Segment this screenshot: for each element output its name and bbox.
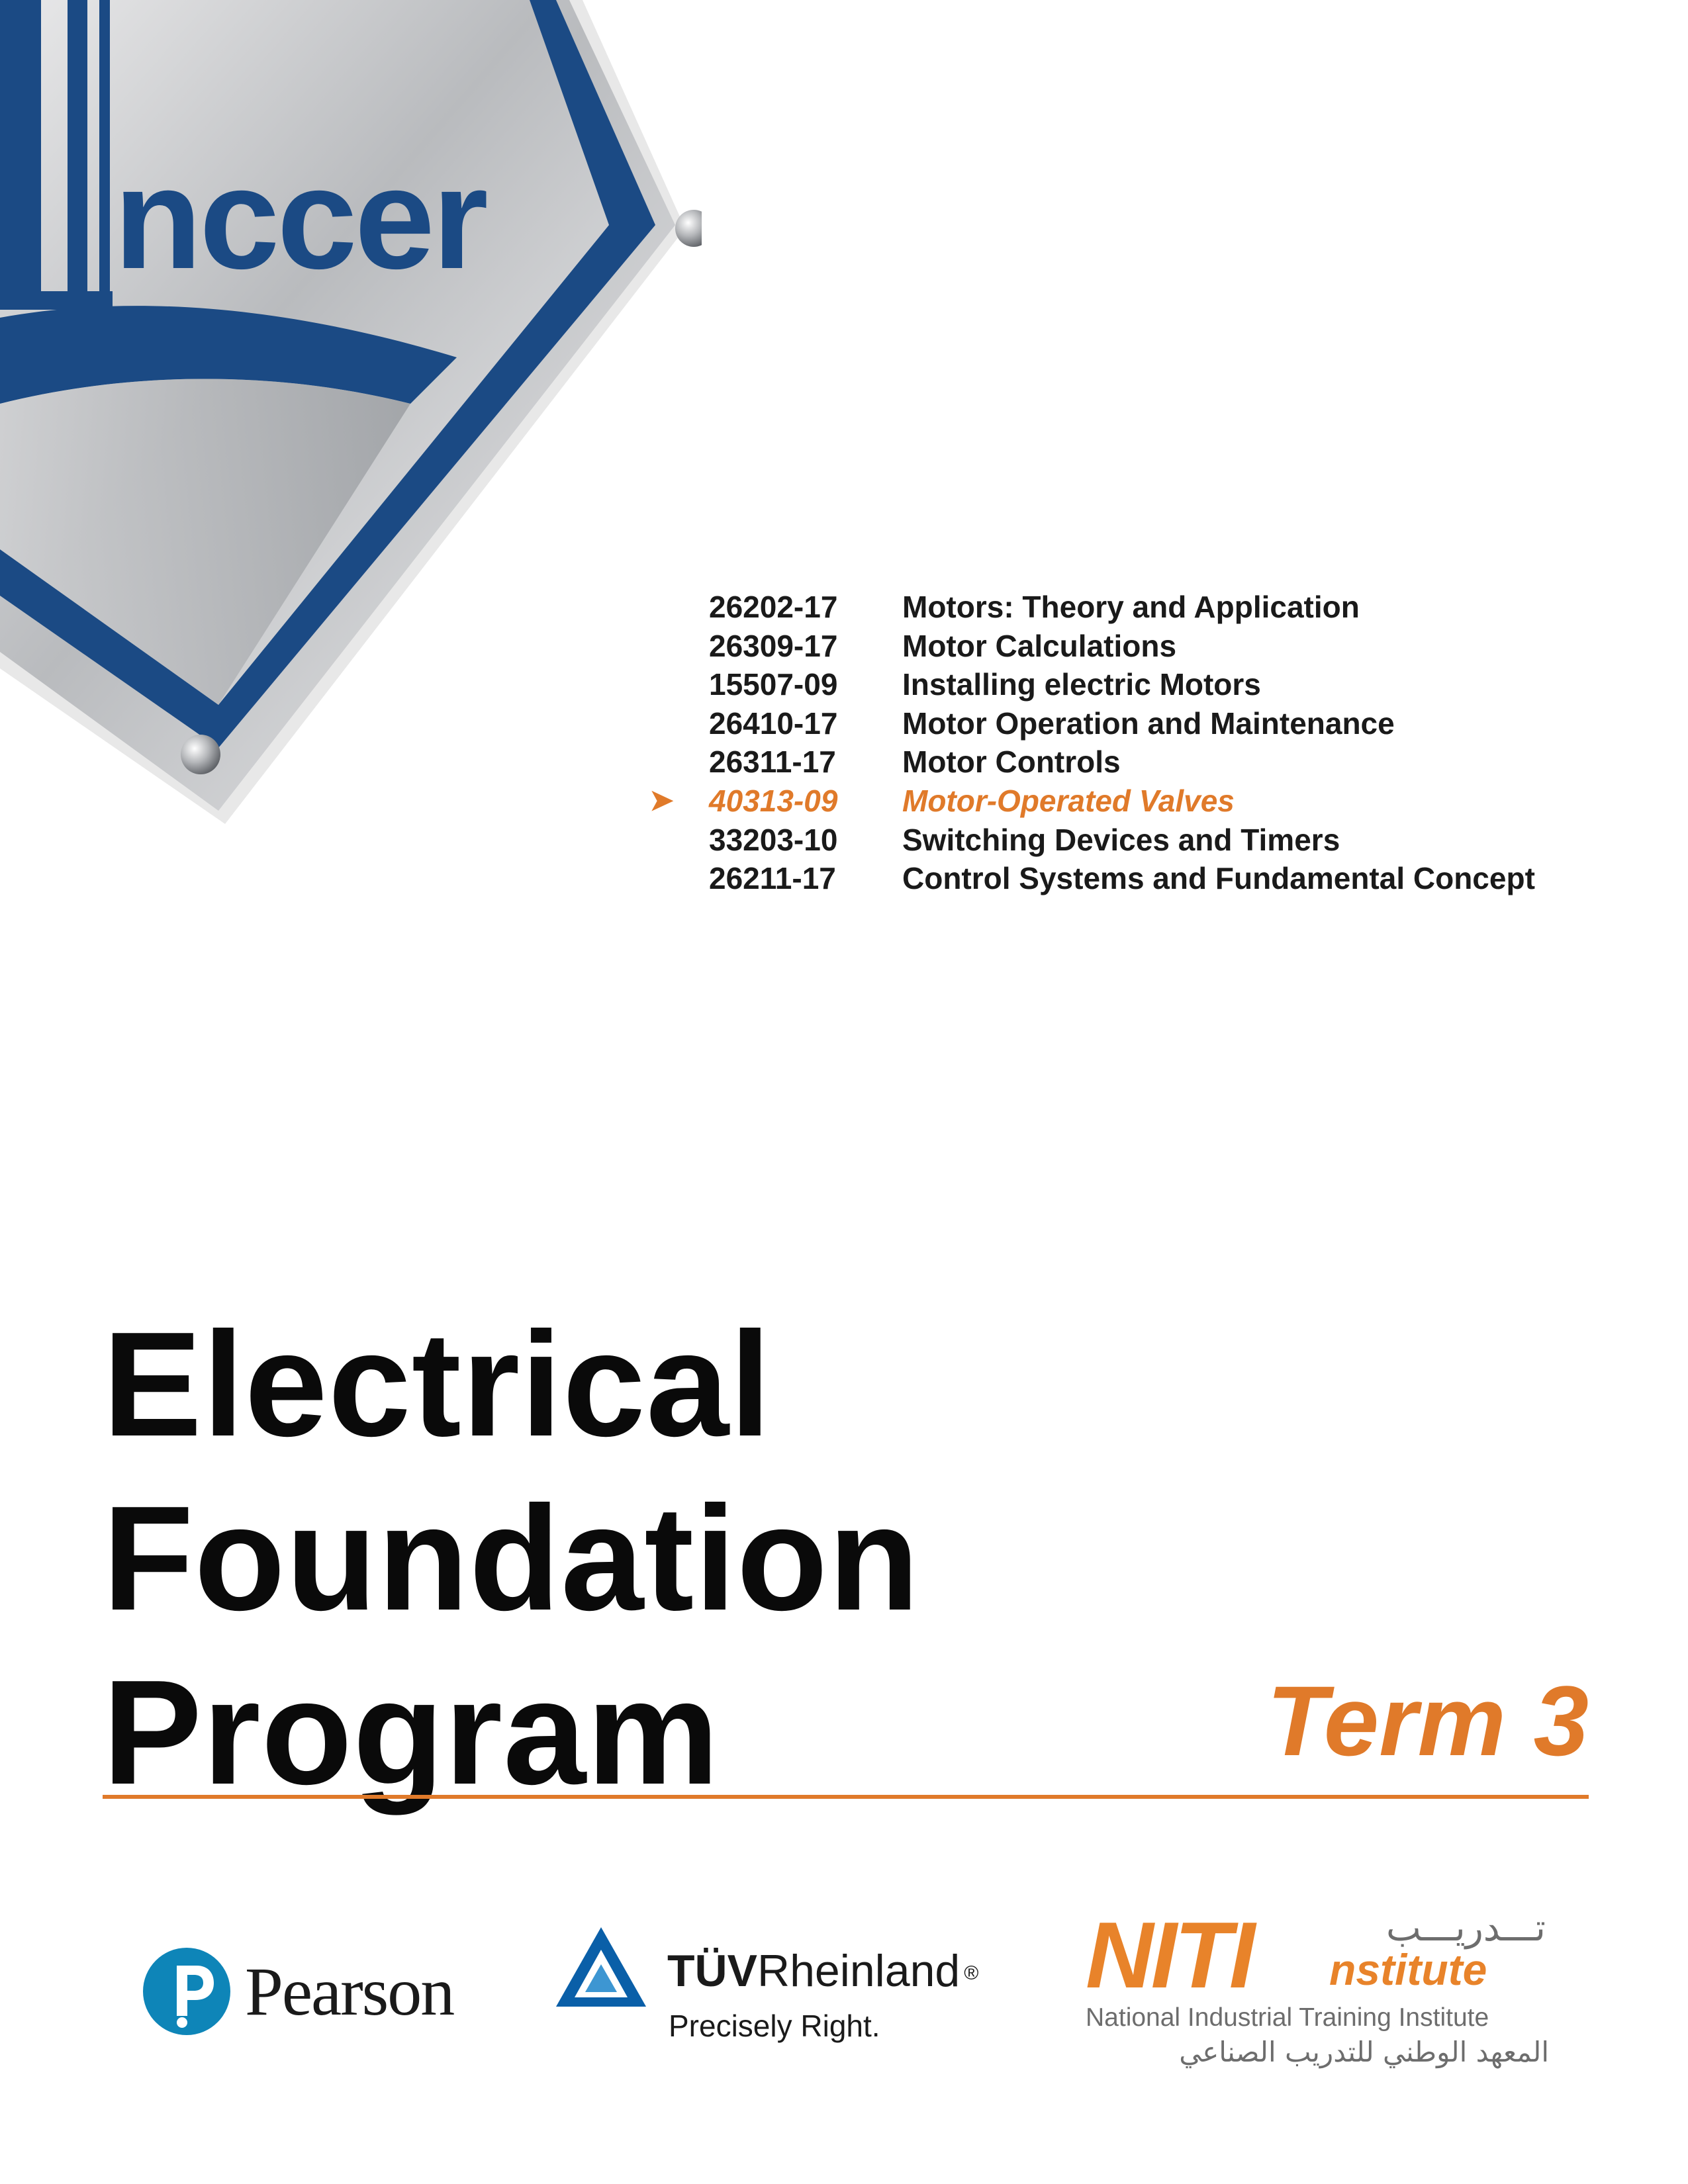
module-code: 33203-10 — [709, 822, 838, 857]
module-list: 26202-17 Motors: Theory and Application … — [637, 588, 1630, 898]
module-code: 26211-17 — [709, 861, 836, 896]
term-label: Term 3 — [1266, 1665, 1589, 1776]
tuv-name: TÜVRheinland ® — [667, 1944, 978, 1997]
pearson-p-icon — [143, 1948, 230, 2035]
tuv-tagline: Precisely Right. — [669, 2009, 880, 2043]
pearson-wordmark: Pearson — [245, 1954, 455, 2030]
title-line: Foundation — [103, 1475, 920, 1641]
tuv-name-regular: Rheinland — [757, 1946, 961, 1996]
module-title: Motor Calculations — [902, 628, 1177, 663]
module-title: Motor Operation and Maintenance — [902, 705, 1395, 741]
module-row: 26309-17 Motor Calculations — [637, 627, 1630, 666]
page-title: Electrical Foundation Program — [103, 1297, 920, 1819]
module-title: Installing electric Motors — [902, 667, 1261, 702]
niti-institute-logo: NITI تـــدريـــب nstitute National Indus… — [1086, 1903, 1562, 2069]
title-divider — [103, 1795, 1589, 1799]
niti-arabic-short: تـــدريـــب — [1385, 1907, 1546, 1950]
module-title: Motors: Theory and Application — [902, 590, 1360, 624]
module-code: 40313-09 — [709, 783, 838, 818]
niti-institute-word: nstitute — [1329, 1945, 1487, 1994]
title-line: Program — [103, 1649, 720, 1815]
module-code: 26202-17 — [709, 590, 838, 624]
tuv-triangle-icon — [556, 1927, 646, 2007]
module-row: 26311-17 Motor Controls — [637, 743, 1630, 782]
current-arrow-icon: ➤ — [649, 784, 674, 817]
module-row: 26410-17 Motor Operation and Maintenance — [637, 704, 1630, 743]
nccer-logo: nccer — [0, 0, 702, 847]
module-row: 26211-17 Control Systems and Fundamental… — [637, 859, 1630, 898]
module-row-current: ➤ 40313-09 Motor-Operated Valves — [637, 782, 1630, 821]
registered-mark: ® — [964, 1962, 979, 1984]
module-code: 15507-09 — [709, 667, 838, 702]
module-row: 33203-10 Switching Devices and Timers — [637, 821, 1630, 860]
module-row: 15507-09 Installing electric Motors — [637, 665, 1630, 704]
title-line: Electrical — [103, 1300, 772, 1467]
module-row: 26202-17 Motors: Theory and Application — [637, 588, 1630, 627]
module-title: Motor-Operated Valves — [902, 783, 1235, 818]
module-code: 26309-17 — [709, 628, 838, 663]
module-title: Motor Controls — [902, 745, 1121, 780]
tuv-rheinland-logo: TÜVRheinland ® Precisely Right. — [555, 1926, 1018, 2058]
niti-full-name: National Industrial Training Institute — [1086, 2003, 1489, 2032]
module-title: Switching Devices and Timers — [902, 822, 1340, 857]
module-code: 26311-17 — [709, 745, 836, 780]
module-code: 26410-17 — [709, 705, 838, 741]
tuv-name-bold: TÜV — [667, 1946, 757, 1996]
niti-arabic-full-name: المعهد الوطني للتدريب الصناعي — [1179, 2036, 1549, 2068]
niti-wordmark: NITI — [1086, 1903, 1255, 2008]
module-title: Control Systems and Fundamental Concept — [902, 861, 1535, 896]
nccer-wordmark: nccer — [114, 138, 487, 299]
